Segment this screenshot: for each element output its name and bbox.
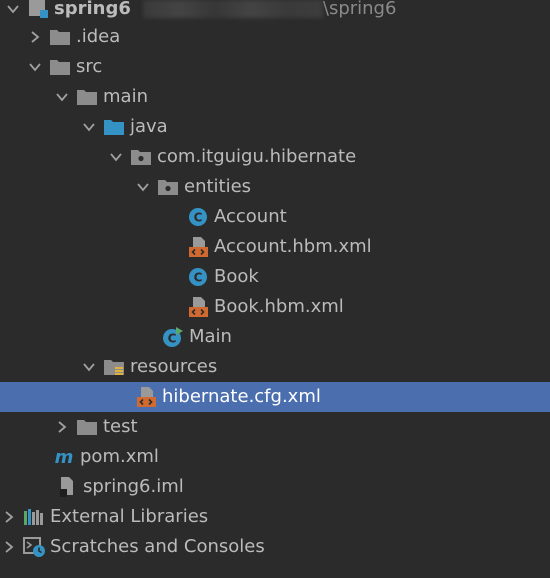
- tree-node-external-libraries[interactable]: External Libraries: [0, 502, 550, 532]
- tree-node-account-hbm[interactable]: Account.hbm.xml: [0, 232, 550, 262]
- node-label-account-hbm: Account.hbm.xml: [214, 236, 372, 257]
- tree-node-hibernate-cfg[interactable]: hibernate.cfg.xml: [0, 382, 550, 412]
- tree-node-spring6[interactable]: spring6 \spring6: [0, 0, 550, 24]
- chevron-right-icon[interactable]: [55, 420, 69, 434]
- folder-icon: [48, 26, 72, 48]
- node-label-idea: idea: [81, 26, 121, 47]
- scratches-icon: [22, 536, 46, 558]
- node-label-main: main: [103, 86, 148, 107]
- folder-icon: [48, 56, 72, 78]
- package-icon: [129, 146, 153, 168]
- libraries-icon: [22, 506, 46, 528]
- node-label-book: Book: [214, 266, 259, 287]
- xml-file-icon: [186, 296, 210, 318]
- class-icon: [186, 206, 210, 228]
- tree-node-account[interactable]: Account: [0, 202, 550, 232]
- node-label-main-class: Main: [189, 326, 232, 347]
- redacted-path: [142, 0, 323, 18]
- chevron-right-icon[interactable]: [2, 510, 16, 524]
- node-label-account: Account: [214, 206, 287, 227]
- tree-node-iml[interactable]: spring6.iml: [0, 472, 550, 502]
- chevron-down-icon[interactable]: [6, 2, 20, 16]
- tree-node-pom[interactable]: pom.xml: [0, 442, 550, 472]
- chevron-right-icon[interactable]: [2, 540, 16, 554]
- tree-node-package[interactable]: com.itguigu.hibernate: [0, 142, 550, 172]
- node-label-book-hbm: Book.hbm.xml: [214, 296, 344, 317]
- package-icon: [156, 176, 180, 198]
- maven-icon: [52, 446, 76, 468]
- chevron-right-icon[interactable]: [28, 30, 42, 44]
- xml-file-icon: [186, 236, 210, 258]
- node-label-src: src: [76, 56, 103, 77]
- project-tree: spring6 \spring6 . idea src main java com…: [0, 0, 550, 578]
- node-label-package: com.itguigu.hibernate: [157, 146, 357, 167]
- node-label-external-libraries: External Libraries: [50, 506, 209, 527]
- chevron-down-icon[interactable]: [109, 150, 123, 164]
- resources-folder-icon: [102, 356, 126, 378]
- project-path-suffix: \spring6: [322, 0, 397, 19]
- tree-node-java[interactable]: java: [0, 112, 550, 142]
- module-icon: [26, 0, 50, 20]
- chevron-down-icon[interactable]: [28, 60, 42, 74]
- tree-node-idea[interactable]: . idea: [0, 22, 550, 52]
- tree-node-test[interactable]: test: [0, 412, 550, 442]
- tree-node-entities[interactable]: entities: [0, 172, 550, 202]
- node-label-scratches: Scratches and Consoles: [50, 536, 265, 557]
- folder-icon: [75, 86, 99, 108]
- node-label-iml: spring6.iml: [83, 476, 184, 497]
- tree-node-main[interactable]: main: [0, 82, 550, 112]
- tree-node-book-hbm[interactable]: Book.hbm.xml: [0, 292, 550, 322]
- tree-node-scratches[interactable]: Scratches and Consoles: [0, 532, 550, 562]
- folder-icon: [75, 416, 99, 438]
- main-class-icon: [161, 326, 185, 348]
- chevron-down-icon[interactable]: [82, 360, 96, 374]
- chevron-down-icon[interactable]: [55, 90, 69, 104]
- node-label-java: java: [130, 116, 168, 137]
- node-label-test: test: [103, 416, 138, 437]
- project-name: spring6: [54, 0, 131, 19]
- iml-file-icon: [55, 476, 79, 498]
- node-label-pom: pom.xml: [80, 446, 159, 467]
- class-icon: [186, 266, 210, 288]
- source-folder-icon: [102, 116, 126, 138]
- node-label-entities: entities: [184, 176, 252, 197]
- node-label-resources: resources: [130, 356, 218, 377]
- tree-node-src[interactable]: src: [0, 52, 550, 82]
- tree-node-book[interactable]: Book: [0, 262, 550, 292]
- node-label-hibernate-cfg: hibernate.cfg.xml: [162, 386, 321, 407]
- tree-node-resources[interactable]: resources: [0, 352, 550, 382]
- tree-node-main-class[interactable]: Main: [0, 322, 550, 352]
- chevron-down-icon[interactable]: [136, 180, 150, 194]
- chevron-down-icon[interactable]: [82, 120, 96, 134]
- xml-file-icon: [134, 386, 158, 408]
